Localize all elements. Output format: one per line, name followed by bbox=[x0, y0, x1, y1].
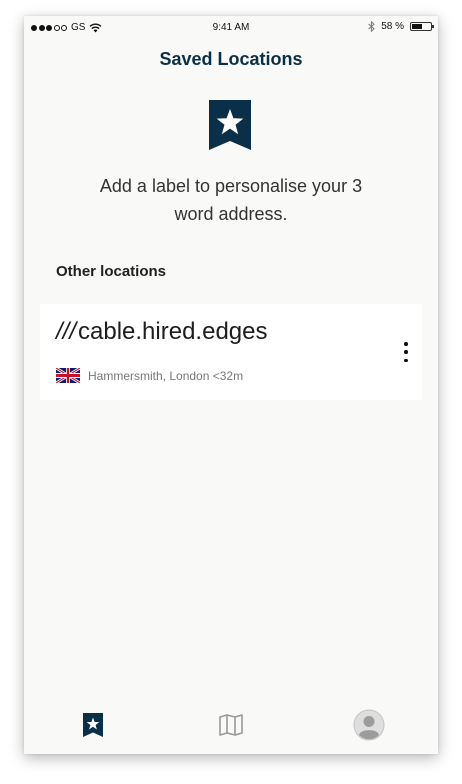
location-card[interactable]: ///cable.hired.edges Hammersmith, London… bbox=[40, 304, 422, 400]
page-title: Saved Locations bbox=[159, 49, 303, 69]
empty-state-message: Add a label to personalise your 3 word a… bbox=[99, 176, 363, 224]
battery-percent: 58 % bbox=[381, 21, 404, 32]
map-icon bbox=[219, 714, 243, 736]
bookmark-star-icon bbox=[209, 100, 251, 150]
status-bar: GS 9:41 AM 58 % bbox=[24, 16, 438, 40]
more-options-icon[interactable] bbox=[398, 340, 414, 364]
tab-map[interactable] bbox=[162, 696, 300, 754]
tab-bar bbox=[24, 696, 438, 754]
nearest-place: Hammersmith, London <32m bbox=[88, 369, 244, 383]
tab-saved[interactable] bbox=[24, 696, 162, 754]
address-prefix: /// bbox=[56, 318, 77, 345]
section-heading-other-locations: Other locations bbox=[56, 263, 167, 280]
status-right: 58 % bbox=[368, 21, 434, 32]
tab-profile[interactable] bbox=[300, 696, 438, 754]
saved-bookmark-icon bbox=[83, 713, 103, 737]
phone-screen: GS 9:41 AM 58 % Saved Locations Add a la… bbox=[24, 16, 438, 754]
avatar-icon bbox=[353, 709, 385, 741]
bluetooth-icon bbox=[368, 21, 375, 32]
battery-icon bbox=[410, 22, 434, 31]
three-word-address[interactable]: ///cable.hired.edges bbox=[56, 318, 267, 346]
address-words: cable.hired.edges bbox=[78, 318, 268, 345]
uk-flag-icon bbox=[56, 368, 80, 383]
